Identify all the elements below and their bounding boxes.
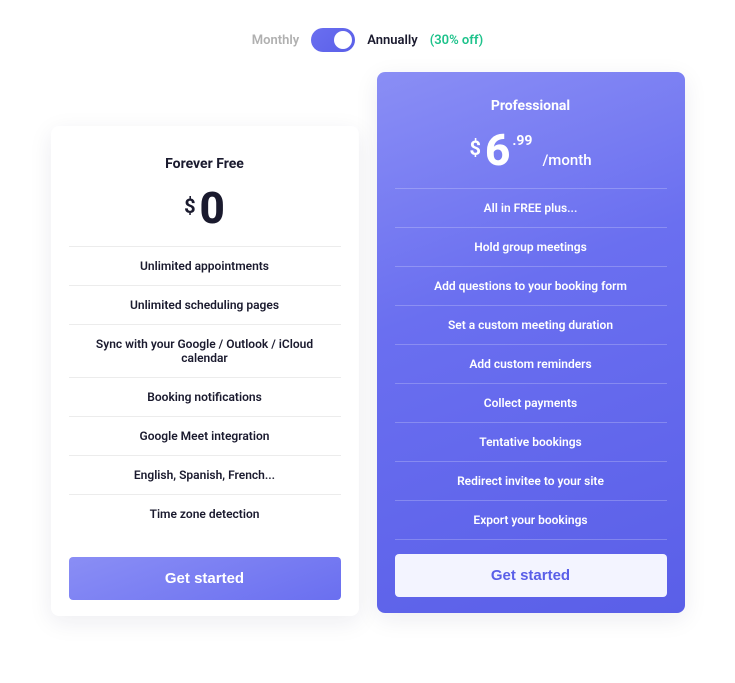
price-whole-free: 0	[200, 186, 225, 230]
plan-name-free: Forever Free	[69, 156, 341, 172]
currency-free: $	[184, 194, 195, 218]
pricing-cards: Forever Free $ 0 Unlimited appointments …	[0, 72, 735, 616]
pricing-page: Monthly Annually (30% off) Forever Free …	[0, 0, 735, 616]
feature-item: Add custom reminders	[395, 344, 667, 383]
currency-pro: $	[469, 136, 480, 160]
plan-card-pro: Professional $ 6 .99 /month All in FREE …	[377, 72, 685, 613]
feature-item: Time zone detection	[69, 494, 341, 533]
plan-card-free: Forever Free $ 0 Unlimited appointments …	[51, 126, 359, 616]
feature-item: Hold group meetings	[395, 227, 667, 266]
price-period-pro: /month	[542, 151, 591, 169]
get-started-button-free[interactable]: Get started	[69, 557, 341, 600]
billing-annually-label[interactable]: Annually	[367, 33, 418, 48]
get-started-button-pro[interactable]: Get started	[395, 554, 667, 597]
price-whole-pro: 6	[485, 128, 510, 172]
feature-item: Redirect invitee to your site	[395, 461, 667, 500]
price-cents-pro: .99	[512, 133, 532, 149]
feature-item: Set a custom meeting duration	[395, 305, 667, 344]
plan-name-pro: Professional	[395, 98, 667, 114]
price-pro: $ 6 .99 /month	[395, 128, 667, 172]
feature-item: English, Spanish, French...	[69, 455, 341, 494]
feature-item: Booking notifications	[69, 377, 341, 416]
feature-item: Tentative bookings	[395, 422, 667, 461]
feature-item: Google Meet integration	[69, 416, 341, 455]
feature-item: Sync with your Google / Outlook / iCloud…	[69, 324, 341, 377]
feature-item: All in FREE plus...	[395, 188, 667, 227]
feature-list-pro: All in FREE plus... Hold group meetings …	[395, 188, 667, 540]
billing-toggle-row: Monthly Annually (30% off)	[0, 0, 735, 72]
price-free: $ 0	[69, 186, 341, 230]
discount-badge: (30% off)	[430, 33, 483, 48]
feature-item: Unlimited appointments	[69, 246, 341, 285]
feature-list-free: Unlimited appointments Unlimited schedul…	[69, 246, 341, 533]
feature-item: Export your bookings	[395, 500, 667, 540]
toggle-knob	[334, 31, 352, 49]
feature-item: Unlimited scheduling pages	[69, 285, 341, 324]
feature-item: Collect payments	[395, 383, 667, 422]
feature-item: Add questions to your booking form	[395, 266, 667, 305]
billing-toggle[interactable]	[311, 28, 355, 52]
billing-monthly-label[interactable]: Monthly	[252, 33, 299, 48]
